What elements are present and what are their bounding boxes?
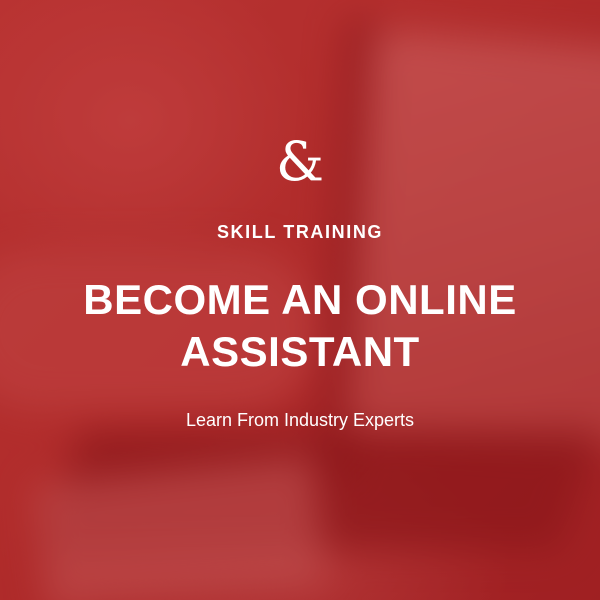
headline: BECOME AN ONLINE ASSISTANT: [20, 274, 580, 378]
subtitle: Learn From Industry Experts: [185, 410, 415, 430]
poster-content: & SKILL TRAINING BECOME AN ONLINE ASSIST…: [0, 0, 600, 600]
ampersand-logo-icon: &: [275, 130, 325, 193]
headline-line-1: BECOME AN ONLINE: [83, 276, 517, 323]
promo-poster: & SKILL TRAINING BECOME AN ONLINE ASSIST…: [0, 0, 600, 600]
kicker-label: SKILL TRAINING: [216, 222, 384, 242]
headline-line-2: ASSISTANT: [180, 328, 420, 375]
